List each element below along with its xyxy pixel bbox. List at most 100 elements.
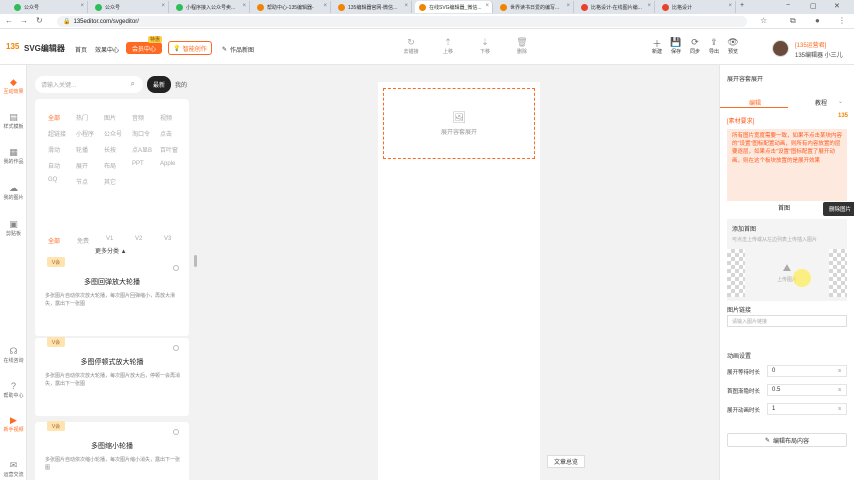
rail-item[interactable]: ▣ 剪贴板 [0, 219, 27, 237]
category-item[interactable]: 轮播 [76, 145, 88, 154]
smart-create-button[interactable]: 💡 智能创作 [168, 41, 212, 55]
browser-tab[interactable]: 135编辑器官网-微信... × [334, 1, 412, 13]
tab-close-icon[interactable]: × [566, 3, 570, 9]
rail-item[interactable]: ◆ 互动效果 [0, 77, 27, 95]
tab-close-icon[interactable]: × [242, 3, 246, 9]
toolbar-move-down-button[interactable]: ⇣ 下移 [470, 37, 500, 55]
category-item[interactable]: 点A显B [132, 145, 152, 154]
toolbar-export-button[interactable]: ⇪ 导出 [705, 37, 723, 55]
browser-tab[interactable]: 帮助中心-135编辑器- × [253, 1, 331, 13]
article-page[interactable]: 🖼 展开容套展开 [378, 82, 540, 480]
profile-icon[interactable]: ● [815, 17, 820, 25]
category-item[interactable]: 热门 [76, 113, 88, 122]
search-input[interactable]: 请输入关键... ⌕ [35, 76, 143, 93]
level-item[interactable]: V1 [106, 236, 113, 242]
level-item[interactable]: V3 [164, 236, 171, 242]
category-item[interactable]: 点击 [160, 129, 172, 138]
browser-tab[interactable]: 小程序接入公众号卖... × [172, 1, 250, 13]
bookmark-star-icon[interactable]: ☆ [760, 17, 767, 25]
back-icon[interactable]: ← [5, 17, 13, 25]
category-item[interactable]: 小程序 [76, 129, 94, 138]
tab-close-icon[interactable]: × [323, 3, 327, 9]
category-item[interactable]: 布局 [104, 161, 116, 170]
layout-button[interactable]: ✎ 作品新图 [222, 45, 254, 54]
animation-duration-input[interactable]: 1 [767, 403, 847, 415]
category-item[interactable]: 长按 [104, 145, 116, 154]
tab-latest[interactable]: 最新 [147, 76, 171, 93]
browser-tab[interactable]: 公众号 × [10, 1, 88, 13]
category-item[interactable]: PPT [132, 161, 144, 167]
url-field[interactable]: 🔒 135editor.com/svgeditor/ [57, 16, 747, 27]
toolbar-move-up-button[interactable]: ⇡ 上移 [433, 37, 463, 55]
level-item[interactable]: 免费 [77, 236, 89, 245]
rail-item[interactable]: ☊ 在线咨询 [0, 346, 27, 364]
category-item[interactable]: 百叶窗 [160, 145, 178, 154]
toolbar-sync-button[interactable]: ⟳ 同步 [686, 37, 704, 55]
material-card[interactable]: V会 多图停顿式放大轮播 多张图片自动依次放大轮播，每次图片放大后，停顿一会再消失，… [35, 337, 189, 416]
collapse-icon[interactable]: ⌄ [838, 98, 843, 105]
category-item[interactable]: 视频 [160, 113, 172, 122]
info-icon[interactable] [173, 345, 179, 351]
category-item[interactable]: 全部 [48, 113, 60, 122]
category-item[interactable]: 淘口令 [132, 129, 150, 138]
article-overview-button[interactable]: 文章总览 [547, 455, 585, 468]
image-placeholder[interactable]: 🖼 展开容套展开 [383, 88, 535, 159]
rail-item[interactable]: ▦ 我的作品 [0, 147, 27, 165]
tab-close-icon[interactable]: × [728, 3, 732, 9]
toolbar-preview-button[interactable]: 👁 预览 [724, 37, 742, 55]
category-item[interactable]: 展开 [76, 161, 88, 170]
category-item[interactable]: 音频 [132, 113, 144, 122]
info-icon[interactable] [173, 429, 179, 435]
browser-tab[interactable]: 在线SVG编辑器_微信... × [415, 1, 493, 13]
rail-item[interactable]: ☁ 我的图片 [0, 183, 27, 201]
tab-tutorial[interactable]: 教程 [815, 98, 827, 107]
category-item[interactable]: 超链接 [48, 129, 66, 138]
forward-icon[interactable]: → [20, 17, 28, 25]
nav-effects[interactable]: 效果中心 [95, 45, 119, 54]
browser-tab[interactable]: 公众号 × [91, 1, 169, 13]
category-item[interactable]: GQ [48, 177, 57, 183]
rail-item[interactable]: ✉ 运营交流 [0, 460, 27, 478]
tab-mine[interactable]: 我的 [175, 80, 187, 89]
material-card[interactable]: V会 多图缩小轮播 多张图片自动依次缩小轮播，每次图片缩小消失，露出下一张图 [35, 421, 189, 480]
tab-close-icon[interactable]: × [404, 3, 408, 9]
browser-tab[interactable]: 世界读书日爱的编写... × [496, 1, 574, 13]
tab-close-icon[interactable]: × [485, 3, 489, 9]
browser-menu-icon[interactable]: ⋮ [838, 17, 846, 25]
extensions-icon[interactable]: ⧉ [790, 17, 796, 25]
tab-close-icon[interactable]: × [647, 3, 651, 9]
close-window-button[interactable]: ✕ [834, 2, 840, 10]
rail-item[interactable]: ▶ 新手视频 [0, 415, 27, 433]
toolbar-delete-button[interactable]: 🗑 删除 [507, 37, 537, 55]
tab-close-icon[interactable]: × [80, 3, 84, 9]
minimize-button[interactable]: − [786, 2, 790, 9]
category-item[interactable]: 自动 [48, 161, 60, 170]
tab-edit[interactable]: 编辑 [749, 98, 761, 107]
material-card[interactable]: V会 多图回弹放大轮播 多张图片自动依次放大轮播，每次图片回弹缩小，再放大滑失，露出… [35, 257, 189, 336]
image-link-input[interactable]: 请输入图片链接 [727, 315, 847, 327]
category-item[interactable]: 公众号 [104, 129, 122, 138]
avatar[interactable] [772, 40, 789, 57]
animation-duration-input[interactable]: 0.5 [767, 384, 847, 396]
toolbar-save-button[interactable]: 💾 保存 [667, 37, 685, 55]
toolbar-unlink-button[interactable]: ↻ 去锚接 [396, 37, 426, 55]
category-item[interactable]: 节点 [76, 177, 88, 186]
rail-item[interactable]: ▤ 样式模板 [0, 112, 27, 130]
nav-home[interactable]: 首页 [75, 45, 87, 54]
category-item[interactable]: 其它 [104, 177, 116, 186]
member-center-button[interactable]: 会员中心 [126, 42, 162, 54]
tab-close-icon[interactable]: × [161, 3, 165, 9]
category-item[interactable]: 滑动 [48, 145, 60, 154]
rail-item[interactable]: ? 帮助中心 [0, 381, 27, 399]
animation-duration-input[interactable]: 0 [767, 365, 847, 377]
more-categories-button[interactable]: 更多分类 ▲ [95, 246, 127, 255]
level-item[interactable]: V2 [135, 236, 142, 242]
search-icon[interactable]: ⌕ [131, 79, 135, 89]
reload-icon[interactable]: ↻ [36, 17, 43, 25]
edit-layout-button[interactable]: ✎ 编辑布局内容 [727, 433, 847, 447]
browser-tab[interactable]: 比格设计 × [658, 1, 736, 13]
category-item[interactable]: Apple [160, 161, 175, 167]
info-icon[interactable] [173, 265, 179, 271]
maximize-button[interactable]: ▢ [810, 2, 817, 10]
browser-tab[interactable]: 比格设计-在线图片编... × [577, 1, 655, 13]
